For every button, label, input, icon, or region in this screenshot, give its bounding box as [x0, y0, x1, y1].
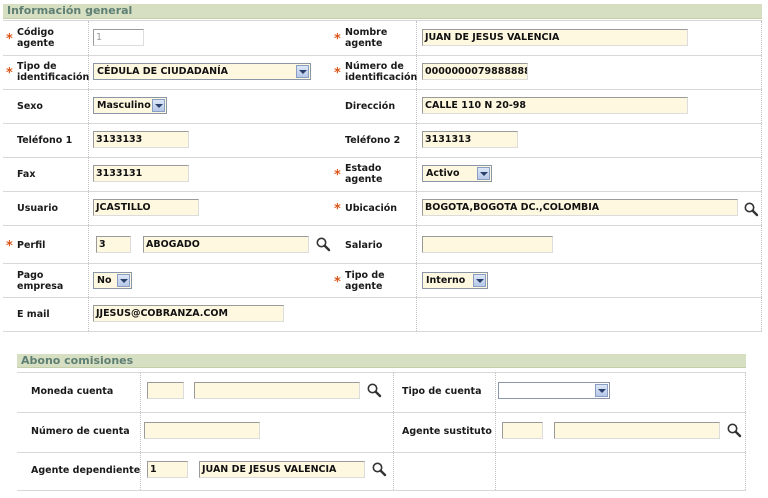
agente-sustituto-code-field[interactable] — [502, 422, 543, 439]
chevron-down-icon[interactable] — [473, 274, 486, 287]
moneda-cuenta-code-field[interactable] — [147, 382, 184, 399]
tipo-identificacion-value: CÉDULA DE CIUDADANÍA — [97, 66, 228, 77]
perfil-code-field[interactable]: 3 — [96, 236, 131, 253]
tipo-identificacion-label: Tipo de identificación — [17, 61, 90, 83]
section-title-abono: Abono comisiones — [21, 354, 134, 367]
agente-dependiente-code-field[interactable]: 1 — [147, 461, 188, 478]
numero-identificacion-label: Número de identificación — [345, 61, 418, 83]
moneda-cuenta-name-field[interactable] — [194, 382, 360, 399]
salario-field[interactable] — [422, 236, 553, 253]
direccion-field[interactable]: CALLE 110 N 20-98 — [422, 97, 688, 114]
estado-agente-value: Activo — [426, 168, 460, 179]
tipo-agente-select[interactable]: Interno — [422, 272, 488, 289]
required-marker: * — [334, 32, 341, 47]
perfil-name-field[interactable]: ABOGADO — [143, 236, 309, 253]
salario-label: Salario — [345, 240, 383, 251]
moneda-cuenta-label: Moneda cuenta — [31, 386, 114, 397]
direccion-label: Dirección — [345, 101, 396, 112]
pago-empresa-label: Pago empresa — [17, 270, 64, 292]
tipo-agente-value: Interno — [426, 275, 466, 286]
estado-agente-label: Estado agente — [345, 163, 383, 185]
telefono2-label: Teléfono 2 — [345, 135, 401, 146]
chevron-down-icon[interactable] — [296, 65, 309, 78]
estado-agente-select[interactable]: Activo — [422, 165, 492, 182]
magnifier-icon[interactable] — [371, 461, 387, 477]
numero-cuenta-field[interactable] — [144, 422, 260, 439]
sexo-label: Sexo — [17, 101, 43, 112]
required-marker: * — [334, 168, 341, 183]
agente-dependiente-label: Agente dependiente — [31, 465, 141, 476]
agente-dependiente-name-field[interactable]: JUAN DE JESUS VALENCIA — [199, 461, 365, 478]
section-header-abono: Abono comisiones — [17, 354, 746, 368]
nombre-agente-label: Nombre agente — [345, 27, 388, 49]
required-marker: * — [334, 66, 341, 81]
section-title-general: Información general — [7, 4, 133, 17]
codigo-agente-label: Código agente — [17, 27, 55, 49]
usuario-label: Usuario — [17, 203, 59, 214]
usuario-field[interactable]: JCASTILLO — [93, 199, 199, 216]
ubicacion-label: Ubicación — [345, 203, 397, 214]
sexo-select[interactable]: Masculino — [93, 97, 167, 114]
required-marker: * — [334, 275, 341, 290]
fax-label: Fax — [17, 169, 36, 180]
chevron-down-icon[interactable] — [477, 167, 490, 180]
chevron-down-icon[interactable] — [117, 274, 130, 287]
telefono2-field[interactable]: 3131313 — [422, 131, 518, 148]
tipo-cuenta-select[interactable] — [498, 382, 610, 399]
telefono1-field[interactable]: 3133133 — [93, 131, 189, 148]
agente-sustituto-label: Agente sustituto — [402, 426, 492, 437]
tipo-agente-label: Tipo de agente — [345, 270, 385, 292]
required-marker: * — [6, 239, 13, 254]
required-marker: * — [6, 32, 13, 47]
email-label: E mail — [17, 309, 50, 320]
chevron-down-icon[interactable] — [595, 384, 608, 397]
chevron-down-icon[interactable] — [152, 99, 165, 112]
tipo-identificacion-select[interactable]: CÉDULA DE CIUDADANÍA — [93, 63, 311, 80]
agente-sustituto-name-field[interactable] — [554, 422, 720, 439]
ubicacion-field[interactable]: BOGOTA,BOGOTA DC.,COLOMBIA — [422, 199, 738, 216]
section-header-general: Información general — [3, 4, 762, 19]
nombre-agente-field[interactable]: JUAN DE JESUS VALENCIA — [422, 29, 688, 46]
pago-empresa-select[interactable]: No — [93, 272, 132, 289]
required-marker: * — [334, 202, 341, 217]
numero-identificacion-field[interactable]: 0000000079888888 — [422, 63, 528, 80]
perfil-label: Perfil — [17, 240, 46, 251]
magnifier-icon[interactable] — [366, 382, 382, 398]
numero-cuenta-label: Número de cuenta — [31, 426, 130, 437]
magnifier-icon[interactable] — [315, 236, 331, 252]
tipo-cuenta-label: Tipo de cuenta — [402, 386, 482, 397]
magnifier-icon[interactable] — [726, 422, 742, 438]
magnifier-icon[interactable] — [743, 201, 759, 217]
fax-field[interactable]: 3133131 — [93, 165, 189, 182]
telefono1-label: Teléfono 1 — [17, 135, 73, 146]
pago-empresa-value: No — [97, 275, 112, 286]
email-field[interactable]: JJESUS@COBRANZA.COM — [93, 305, 284, 322]
codigo-agente-field: 1 — [93, 29, 144, 46]
required-marker: * — [6, 66, 13, 81]
sexo-value: Masculino — [97, 100, 151, 111]
